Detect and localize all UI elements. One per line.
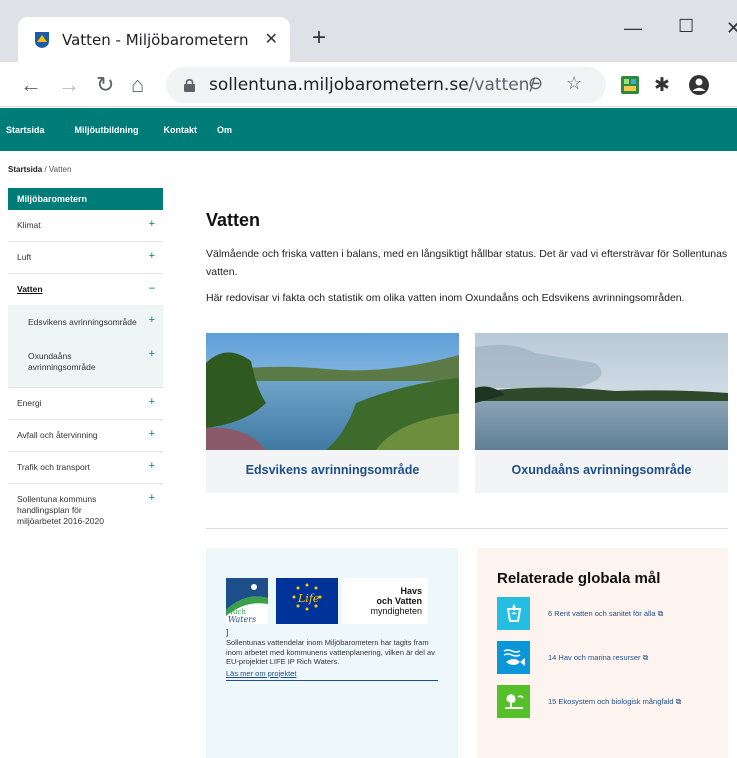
- svg-text:Waters: Waters: [228, 615, 256, 624]
- card-edsviken[interactable]: Edsvikens avrinningsområde: [206, 333, 459, 493]
- card-label[interactable]: Oxundaåns avrinningsområde: [475, 463, 728, 477]
- new-tab-icon[interactable]: +: [312, 24, 326, 52]
- stray-bracket: ]: [226, 628, 229, 637]
- intro-paragraph-2: Här redovisar vi fakta och statistik om …: [206, 292, 685, 304]
- collapse-icon[interactable]: –: [149, 283, 155, 294]
- nav-miljoutbildning[interactable]: Miljöutbildning: [75, 125, 139, 135]
- goal-item-14[interactable]: 14 Hav och marina resurser ⧉: [497, 641, 708, 674]
- expand-icon[interactable]: +: [149, 493, 155, 504]
- tab-title: Vatten - Miljöbarometern Sollent: [62, 30, 254, 49]
- eu-life-logo: Life: [276, 578, 338, 624]
- bookmark-star-icon[interactable]: ☆: [566, 73, 582, 94]
- external-link-icon: ⧉: [657, 609, 664, 618]
- sidebar-header[interactable]: Miljöbarometern: [8, 188, 163, 210]
- goal-label: 14 Hav och marina resurser: [548, 653, 641, 662]
- global-goals-box: Relaterade globala mål 6 Rent vatten och…: [477, 548, 728, 758]
- external-link-icon: ⧉: [642, 653, 649, 662]
- expand-icon[interactable]: +: [149, 461, 155, 472]
- goal-item-15[interactable]: 15 Ekosystem och biologisk mångfald ⧉: [497, 685, 708, 718]
- havs-och-vatten-logo: Havs och Vatten myndigheten: [342, 578, 428, 624]
- card-label[interactable]: Edsvikens avrinningsområde: [206, 463, 459, 477]
- sidebar-item-handlingsplan[interactable]: Sollentuna kommuns handlingsplan för mil…: [8, 484, 163, 537]
- sidebar-item-trafik[interactable]: Trafik och transport +: [8, 452, 163, 484]
- lock-icon: [184, 78, 195, 92]
- site-main-nav: Startsida Miljöutbildning Kontakt Om: [0, 108, 737, 151]
- back-icon[interactable]: ←: [20, 72, 42, 98]
- expand-icon[interactable]: +: [149, 219, 155, 230]
- window-close-icon[interactable]: ✕: [726, 18, 737, 39]
- zoom-icon[interactable]: ⊖: [528, 73, 543, 94]
- extensions-puzzle-icon[interactable]: ✱: [654, 74, 670, 97]
- oxundaan-photo: [475, 333, 728, 450]
- goal-label: 6 Rent vatten och sanitet för alla: [548, 609, 656, 618]
- edsviken-photo: [206, 333, 459, 450]
- goal-label: 15 Ekosystem och biologisk mångfald: [548, 697, 674, 706]
- address-bar[interactable]: sollentuna.miljobarometern.se/vatten/ ⊖ …: [166, 67, 606, 103]
- nav-kontakt[interactable]: Kontakt: [164, 125, 198, 135]
- expand-icon[interactable]: +: [149, 315, 155, 326]
- sdg-15-tree-icon: [497, 685, 530, 718]
- extension-icon[interactable]: [620, 75, 640, 95]
- profile-icon[interactable]: [688, 74, 710, 96]
- rich-waters-logo: Rich Waters: [226, 578, 268, 624]
- page-title: Vatten: [206, 210, 261, 230]
- project-description: Sollentunas vattendelar inom Miljöbarome…: [226, 638, 435, 666]
- main-content: Vatten Välmående och friska vatten i bal…: [206, 210, 728, 315]
- browser-tab[interactable]: Vatten - Miljöbarometern Sollent ✕: [18, 17, 290, 62]
- home-icon[interactable]: ⌂: [131, 72, 144, 98]
- maximize-icon[interactable]: ☐: [678, 16, 694, 37]
- sidebar: Miljöbarometern Klimat + Luft + Vatten –…: [8, 188, 163, 537]
- expand-icon[interactable]: +: [149, 429, 155, 440]
- browser-tab-bar: Vatten - Miljöbarometern Sollent ✕ + — ☐…: [0, 0, 737, 62]
- sidebar-item-energi[interactable]: Energi +: [8, 387, 163, 420]
- sidebar-item-klimat[interactable]: Klimat +: [8, 210, 163, 242]
- tab-close-icon[interactable]: ✕: [265, 29, 278, 49]
- expand-icon[interactable]: +: [149, 349, 155, 360]
- goal-item-6[interactable]: 6 Rent vatten och sanitet för alla ⧉: [497, 597, 708, 630]
- site-favicon-icon: [35, 31, 49, 48]
- breadcrumb-current: Vatten: [48, 165, 72, 174]
- goals-title: Relaterade globala mål: [497, 570, 661, 587]
- sidebar-item-avfall[interactable]: Avfall och återvinning +: [8, 420, 163, 452]
- intro-paragraph: Välmående och friska vatten i balans, me…: [206, 248, 728, 278]
- forward-icon[interactable]: →: [58, 72, 80, 98]
- sidebar-item-vatten[interactable]: Vatten –: [8, 274, 163, 305]
- sidebar-subitem-edsviken[interactable]: Edsvikens avrinningsområde +: [8, 309, 163, 347]
- minimize-icon[interactable]: —: [624, 18, 642, 39]
- sdg-14-fish-icon: [497, 641, 530, 674]
- breadcrumb-home-link[interactable]: Startsida: [8, 165, 42, 174]
- card-oxundaan[interactable]: Oxundaåns avrinningsområde: [475, 333, 728, 493]
- read-more-project-link[interactable]: Läs mer om projektet: [226, 669, 438, 681]
- external-link-icon: ⧉: [675, 697, 682, 706]
- sidebar-item-luft[interactable]: Luft +: [8, 242, 163, 274]
- reload-icon[interactable]: ↻: [96, 72, 114, 98]
- breadcrumb: Startsida / Vatten: [8, 165, 72, 174]
- sdg-6-water-icon: [497, 597, 530, 630]
- nav-startsida[interactable]: Startsida: [6, 125, 45, 135]
- url-text: sollentuna.miljobarometern.se/vatten/: [209, 75, 536, 95]
- expand-icon[interactable]: +: [149, 251, 155, 262]
- browser-toolbar: ← → ↻ ⌂ sollentuna.miljobarometern.se/va…: [0, 62, 737, 107]
- svg-text:Life: Life: [297, 592, 320, 605]
- expand-icon[interactable]: +: [149, 397, 155, 408]
- sidebar-submenu: Edsvikens avrinningsområde + Oxundaåns a…: [8, 305, 163, 387]
- project-info-box: Rich Waters Life Havs och Vatten myndigh…: [206, 548, 458, 758]
- partner-logos: Rich Waters Life Havs och Vatten myndigh…: [226, 578, 438, 624]
- section-divider: [206, 528, 728, 529]
- nav-om[interactable]: Om: [217, 125, 232, 135]
- sidebar-subitem-oxundaan[interactable]: Oxundaåns avrinningsområde +: [8, 347, 163, 381]
